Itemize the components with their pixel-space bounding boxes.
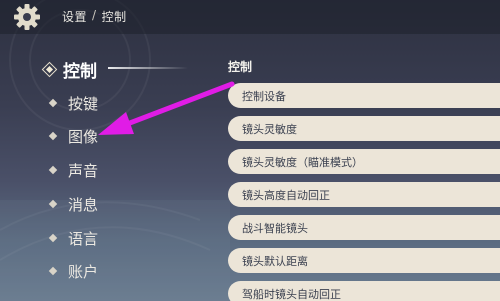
option-camera-height-auto-reset[interactable]: 镜头高度自动回正 xyxy=(228,182,500,207)
sidebar-item-label: 消息 xyxy=(68,195,99,214)
breadcrumb-root[interactable]: 设置 xyxy=(62,8,87,25)
breadcrumb-separator: / xyxy=(92,8,97,22)
sidebar-item-graphics[interactable]: 图像 xyxy=(44,124,98,148)
section-title: 控制 xyxy=(228,60,253,74)
diamond-icon xyxy=(48,165,58,175)
sidebar-item-audio[interactable]: 声音 xyxy=(44,158,98,182)
sidebar-item-label: 声音 xyxy=(68,161,99,180)
option-control-device[interactable]: 控制设备 xyxy=(228,83,500,108)
diamond-icon xyxy=(48,233,58,243)
option-camera-sensitivity-aim[interactable]: 镜头灵敏度（瞄准模式） xyxy=(228,149,500,174)
sidebar-item-messages[interactable]: 消息 xyxy=(44,192,98,216)
option-combat-smart-camera[interactable]: 战斗智能镜头 xyxy=(228,215,500,240)
breadcrumb: 设置 / 控制 xyxy=(62,8,127,25)
sidebar-item-label: 按键 xyxy=(68,94,99,113)
diamond-icon xyxy=(48,98,58,108)
active-underline xyxy=(108,67,188,69)
top-bar: 设置 / 控制 xyxy=(0,0,500,34)
gear-icon[interactable] xyxy=(10,2,46,32)
diamond-icon xyxy=(48,199,58,209)
option-camera-default-distance[interactable]: 镜头默认距离 xyxy=(228,248,500,273)
diamond-icon xyxy=(48,266,58,276)
sidebar-item-label: 图像 xyxy=(68,127,99,146)
option-boat-camera-auto-reset[interactable]: 驾船时镜头自动回正 xyxy=(228,281,500,301)
sidebar-item-control[interactable]: 控制 xyxy=(41,57,97,82)
diamond-icon xyxy=(48,131,58,141)
sidebar-item-label: 语言 xyxy=(68,229,99,248)
diamond-icon xyxy=(41,61,58,77)
sidebar-item-keys[interactable]: 按键 xyxy=(44,91,98,115)
sidebar-item-language[interactable]: 语言 xyxy=(44,226,98,250)
sidebar-item-label: 控制 xyxy=(63,61,97,82)
option-camera-sensitivity[interactable]: 镜头灵敏度 xyxy=(228,116,500,141)
sidebar-item-account[interactable]: 账户 xyxy=(44,259,98,283)
breadcrumb-current: 控制 xyxy=(101,10,127,24)
sidebar-item-label: 账户 xyxy=(68,262,99,281)
